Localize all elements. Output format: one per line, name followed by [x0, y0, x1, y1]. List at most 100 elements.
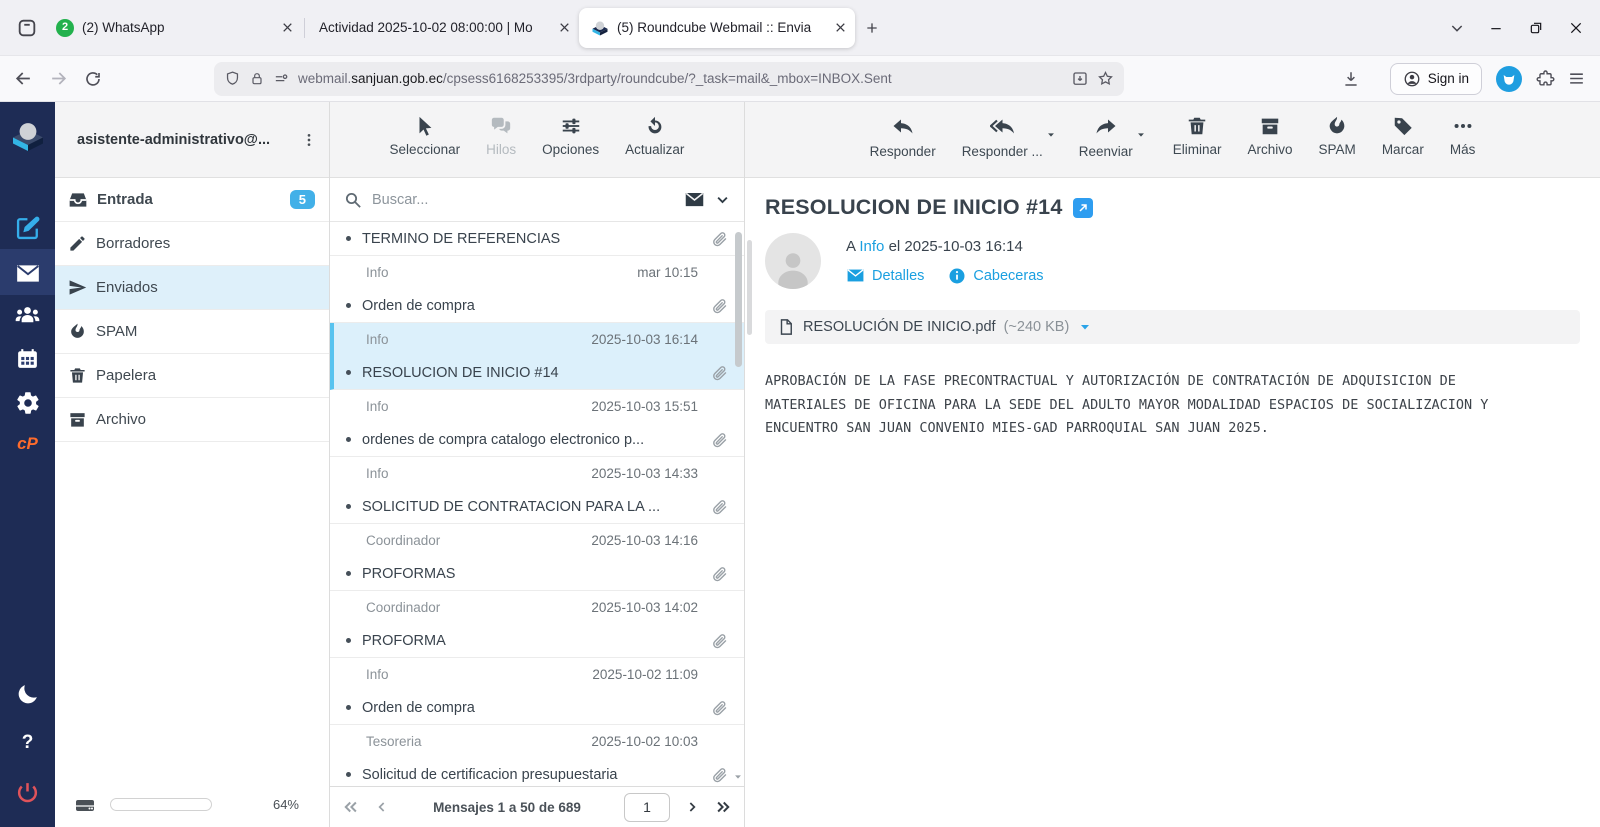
threads-button[interactable]: Hilos: [486, 115, 516, 177]
search-scope-mail-icon[interactable]: [684, 189, 705, 210]
message-row[interactable]: Info2025-10-03 15:51ordenes de compra ca…: [330, 390, 744, 457]
message-subject: PROFORMA: [362, 633, 700, 649]
minimize-button[interactable]: [1488, 20, 1504, 36]
attachment-size: (~240 KB): [1004, 319, 1070, 335]
list-scrollbar-thumb[interactable]: [735, 232, 742, 367]
downloads-icon[interactable]: [1342, 70, 1360, 88]
help-icon[interactable]: ?: [0, 732, 55, 754]
message-row[interactable]: Info2025-10-02 11:09Orden de compra: [330, 658, 744, 725]
close-window-button[interactable]: [1568, 20, 1584, 36]
close-icon[interactable]: [281, 21, 294, 34]
message-row[interactable]: Coordinador2025-10-03 14:02PROFORMA: [330, 591, 744, 658]
cpanel-icon[interactable]: cP: [0, 434, 55, 454]
message-row[interactable]: Info2025-10-03 14:33SOLICITUD DE CONTRAT…: [330, 457, 744, 524]
list-all-tabs-chevron-icon[interactable]: [1440, 11, 1474, 45]
close-icon[interactable]: [558, 21, 571, 34]
folder-entrada[interactable]: Entrada 5: [55, 178, 329, 222]
message-toolbar: Responder Responder ... Reenviar Elimina…: [745, 102, 1600, 178]
forward-button[interactable]: Reenviar: [1079, 115, 1133, 177]
permissions-icon[interactable]: [273, 70, 290, 87]
headers-link[interactable]: Cabeceras: [973, 268, 1043, 284]
details-link[interactable]: Detalles: [872, 268, 924, 284]
date-text: el 2025-10-03 16:14: [889, 238, 1023, 255]
message-row[interactable]: Tesoreria2025-10-02 10:03Solicitud de ce…: [330, 725, 744, 786]
unread-dot: [346, 638, 351, 643]
back-button[interactable]: [14, 69, 33, 88]
reply-button[interactable]: Responder: [870, 115, 936, 177]
lock-icon[interactable]: [249, 71, 265, 87]
attachment-icon: [711, 230, 728, 247]
spam-button[interactable]: SPAM: [1319, 115, 1356, 177]
bookmark-star-icon[interactable]: [1097, 70, 1114, 87]
search-options-chevron-icon[interactable]: [715, 192, 730, 207]
page-number-input[interactable]: [624, 793, 670, 822]
logout-power-icon[interactable]: [0, 780, 55, 805]
forward-caret-icon[interactable]: [1136, 130, 1146, 140]
message-row[interactable]: Infomar 10:15Orden de compra: [330, 256, 744, 323]
headers-info-icon: [948, 267, 966, 285]
attachment-row[interactable]: RESOLUCIÓN DE INICIO.pdf (~240 KB): [765, 310, 1580, 344]
tab-whatsapp[interactable]: 2 (2) WhatsApp: [44, 8, 302, 48]
compose-icon[interactable]: [0, 214, 55, 242]
message-recipient: Info: [366, 332, 389, 347]
first-page-icon[interactable]: [342, 798, 360, 816]
save-page-icon[interactable]: [1071, 70, 1089, 88]
sent-paper-plane-icon: [68, 278, 87, 297]
new-tab-button[interactable]: [855, 11, 889, 45]
message-subject: ordenes de compra catalogo electronico p…: [362, 432, 700, 448]
options-button[interactable]: Opciones: [542, 115, 599, 177]
message-row[interactable]: Info2025-10-03 16:14RESOLUCION DE INICIO…: [330, 323, 744, 390]
tab-roundcube[interactable]: (5) Roundcube Webmail :: Envia: [579, 8, 855, 48]
archive-box-icon: [68, 410, 87, 429]
scrollbar-down-arrow-icon[interactable]: [733, 772, 743, 782]
contacts-icon[interactable]: [0, 302, 55, 329]
app-sidebar-rail: cP ?: [0, 102, 55, 827]
firefox-view-icon[interactable]: [10, 11, 44, 45]
folder-label: SPAM: [96, 323, 137, 340]
next-page-icon[interactable]: [684, 799, 700, 815]
close-icon[interactable]: [834, 21, 847, 34]
folder-panel: asistente-administrativo@... Entrada 5 B…: [55, 102, 330, 827]
folder-papelera[interactable]: Papelera: [55, 354, 329, 398]
refresh-button[interactable]: Actualizar: [625, 115, 684, 177]
menu-hamburger-icon[interactable]: [1567, 69, 1586, 88]
calendar-icon[interactable]: [0, 346, 55, 371]
search-input[interactable]: [372, 192, 674, 208]
extensions-puzzle-icon[interactable]: [1536, 69, 1555, 88]
attachment-menu-caret-icon[interactable]: [1079, 321, 1091, 333]
address-bar[interactable]: webmail.sanjuan.gob.ec/cpsess6168253395/…: [214, 62, 1124, 96]
message-row[interactable]: Coordinador2025-10-03 14:16PROFORMAS: [330, 524, 744, 591]
mark-button[interactable]: Marcar: [1382, 115, 1424, 177]
shield-icon[interactable]: [224, 70, 241, 87]
open-in-new-window-icon[interactable]: [1073, 198, 1093, 218]
panel-splitter-handle[interactable]: [747, 240, 752, 335]
firefox-account-icon[interactable]: [1496, 66, 1522, 92]
message-date: 2025-10-02 10:03: [591, 734, 698, 749]
forward-button[interactable]: [49, 69, 68, 88]
message-subject: SOLICITUD DE CONTRATACION PARA LA ...: [362, 499, 700, 515]
folder-borradores[interactable]: Borradores: [55, 222, 329, 266]
folder-spam[interactable]: SPAM: [55, 310, 329, 354]
mail-icon[interactable]: [0, 260, 55, 286]
attachment-icon: [711, 364, 728, 381]
recipient-link[interactable]: Info: [859, 238, 884, 255]
reply-all-button[interactable]: Responder ...: [962, 115, 1043, 177]
dark-mode-moon-icon[interactable]: [0, 682, 55, 707]
reload-button[interactable]: [84, 70, 102, 88]
reply-all-caret-icon[interactable]: [1046, 130, 1056, 140]
folder-enviados[interactable]: Enviados: [55, 266, 329, 310]
sign-in-button[interactable]: Sign in: [1390, 63, 1482, 95]
settings-gear-icon[interactable]: [0, 390, 55, 416]
restore-button[interactable]: [1528, 20, 1544, 36]
last-page-icon[interactable]: [714, 798, 732, 816]
archive-button[interactable]: Archivo: [1248, 115, 1293, 177]
folder-archivo[interactable]: Archivo: [55, 398, 329, 442]
message-row[interactable]: TERMINO DE REFERENCIAS: [330, 222, 744, 256]
prev-page-icon[interactable]: [374, 799, 390, 815]
delete-button[interactable]: Eliminar: [1173, 115, 1222, 177]
tab-actividad[interactable]: Actividad 2025-10-02 08:00:00 | Mo: [307, 8, 579, 48]
pagination-bar: Mensajes 1 a 50 de 689: [330, 786, 744, 827]
more-button[interactable]: Más: [1450, 115, 1476, 177]
select-button[interactable]: Seleccionar: [390, 115, 461, 177]
account-kebab-menu-icon[interactable]: [301, 132, 317, 148]
